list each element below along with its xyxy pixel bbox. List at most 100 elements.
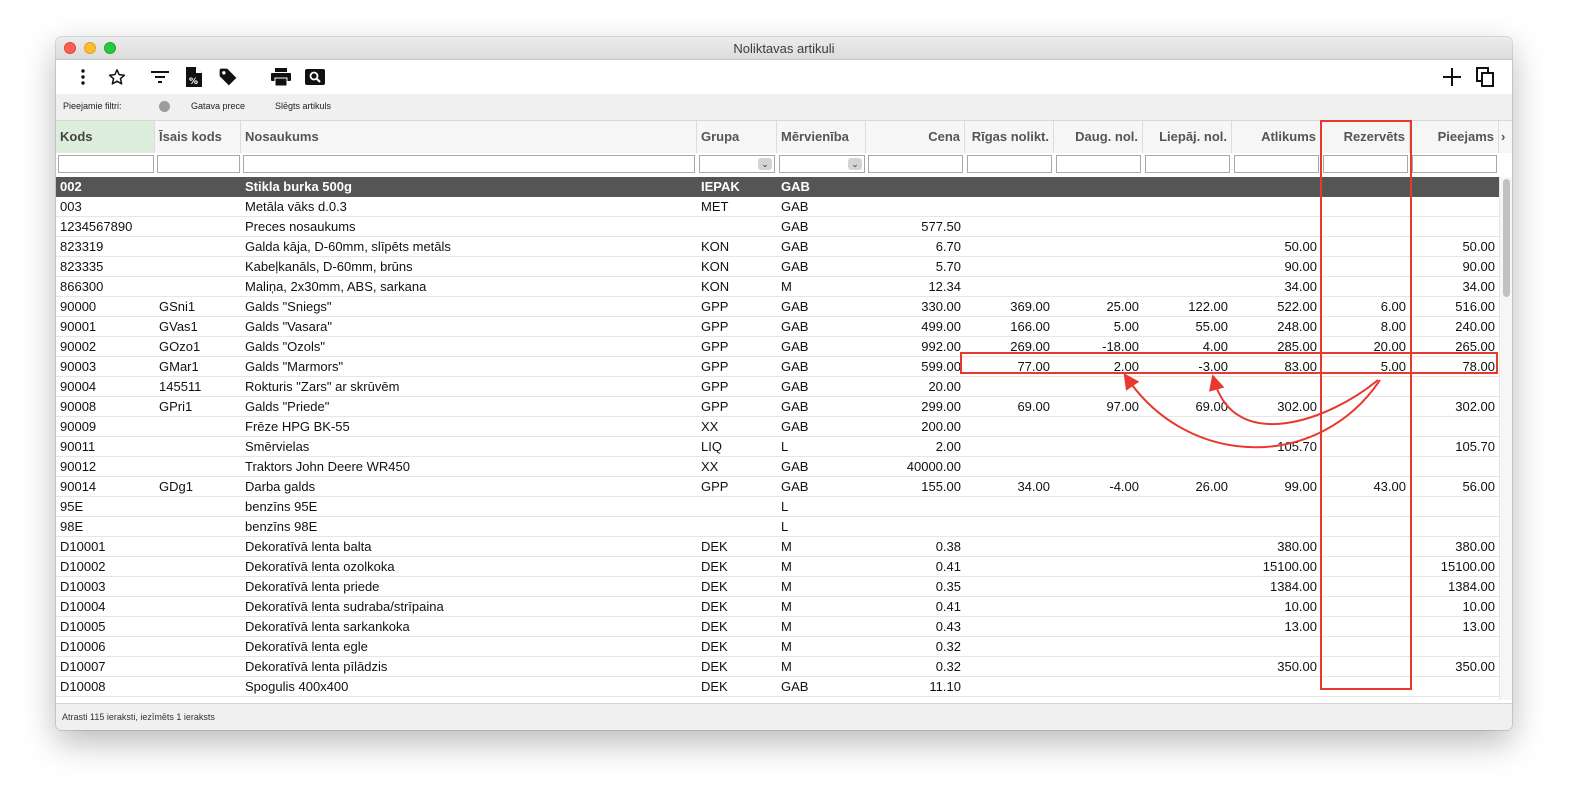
col-header-rezervets[interactable]: Rezervēts — [1321, 121, 1410, 153]
cell-atlikums — [1232, 697, 1321, 700]
table-row[interactable]: 90004 145511 Rokturis "Zars" ar skrūvēm GPP… — [56, 377, 1499, 397]
table-row[interactable]: 90014 GDg1 Darba galds GPP GAB 155.00 34.00 -4.… — [56, 477, 1499, 497]
col-header-mervieniba[interactable]: Mērvienība — [777, 121, 866, 153]
cell-atlikums — [1232, 217, 1321, 237]
col-header-liepaj-nol[interactable]: Liepāj. nol. — [1143, 121, 1232, 153]
table-row[interactable]: 90001 GVas1 Galds "Vasara" GPP GAB 499.00 166.… — [56, 317, 1499, 337]
table-row[interactable]: D10009 Dekoratīvā lenta marmoraDEKM0.40 — [56, 697, 1499, 700]
cell-rezervets — [1321, 597, 1410, 617]
table-row[interactable]: D10004 Dekoratīvā lenta sudraba/strīpaina… — [56, 597, 1499, 617]
cell-mervieniba: M — [781, 559, 792, 574]
filter-indicator-icon[interactable] — [159, 101, 170, 112]
cell-kods: D10001 — [60, 539, 106, 554]
col-header-cena[interactable]: Cena — [866, 121, 965, 153]
table-row[interactable]: 1234567890 Preces nosaukums GAB 577.50 — [56, 217, 1499, 237]
more-vertical-icon[interactable] — [72, 66, 94, 88]
col-header-grupa[interactable]: Grupa — [697, 121, 777, 153]
cell-nosaukums: Preces nosaukums — [245, 219, 356, 234]
cell-mervieniba: GAB — [781, 459, 809, 474]
table-row[interactable]: D10003 Dekoratīvā lenta priede DEK M 0.35 138… — [56, 577, 1499, 597]
filter-input-liepaj-nol[interactable] — [1145, 155, 1230, 173]
search-preview-icon[interactable] — [304, 66, 326, 88]
vertical-scrollbar[interactable] — [1499, 177, 1512, 700]
filter-input-rigas-nolikt[interactable] — [967, 155, 1052, 173]
cell-liepaj-nol: 55.00 — [1195, 319, 1228, 334]
col-header-nosaukums[interactable]: Nosaukums — [241, 121, 697, 153]
cell-grupa: KON — [701, 239, 730, 254]
table-row[interactable]: 90012 Traktors John Deere WR450 XX GAB 40000… — [56, 457, 1499, 477]
filter-input-cena[interactable] — [868, 155, 963, 173]
tag-icon[interactable] — [217, 66, 239, 88]
plus-icon[interactable] — [1441, 66, 1463, 88]
table-row[interactable]: D10006 Dekoratīvā lenta egle DEK M 0.32 — [56, 637, 1499, 657]
cell-kods: 003 — [60, 199, 82, 214]
cell-nosaukums: Galds "Ozols" — [245, 339, 326, 354]
table-row[interactable]: 002 Stikla burka 500g IEPAK GAB — [56, 177, 1499, 197]
table-row[interactable]: D10005 Dekoratīvā lenta sarkankoka DEK M 0.4… — [56, 617, 1499, 637]
cell-rezervets — [1321, 697, 1410, 700]
cell-nosaukums: Dekoratīvā lenta balta — [245, 539, 372, 554]
cell-pieejams: 13.00 — [1462, 619, 1495, 634]
copy-icon[interactable] — [1474, 66, 1496, 88]
filter-input-daug-nol[interactable] — [1056, 155, 1141, 173]
cell-kods: D10007 — [60, 659, 106, 674]
table-row[interactable]: 90009 Frēze HPG BK-55 XX GAB 200.00 — [56, 417, 1499, 437]
filter-input-pieejams[interactable] — [1412, 155, 1497, 173]
filter-gatava-prece[interactable]: Gatava prece — [191, 101, 245, 111]
cell-liepaj-nol: 26.00 — [1195, 479, 1228, 494]
table-row[interactable]: 95E benzīns 95E L — [56, 497, 1499, 517]
col-header-isais-kods[interactable]: Īsais kods — [155, 121, 241, 153]
filter-select-grupa[interactable]: ⌄ — [699, 155, 775, 173]
cell-liepaj-nol — [1143, 537, 1232, 557]
cell-grupa — [697, 217, 777, 237]
table-row[interactable]: 866300 Maliņa, 2x30mm, ABS, sarkana KON M 12… — [56, 277, 1499, 297]
star-icon[interactable] — [106, 66, 128, 88]
filter-input-isais-kods[interactable] — [157, 155, 240, 173]
filter-input-atlikums[interactable] — [1234, 155, 1319, 173]
filter-icon[interactable] — [149, 66, 171, 88]
cell-nosaukums: Smērvielas — [245, 439, 310, 454]
cell-cena — [866, 197, 965, 217]
table-row[interactable]: D10001 Dekoratīvā lenta balta DEK M 0.38 380.… — [56, 537, 1499, 557]
cell-kods: 90004 — [60, 379, 97, 394]
cell-rigas-nolikt — [965, 197, 1054, 217]
print-icon[interactable] — [270, 66, 292, 88]
table-row[interactable]: D10007 Dekoratīvā lenta pīlādzis DEK M 0.32 3… — [56, 657, 1499, 677]
cell-liepaj-nol — [1143, 577, 1232, 597]
table-row[interactable]: 98E benzīns 98E L — [56, 517, 1499, 537]
col-header-kods[interactable]: Kods — [56, 121, 155, 153]
filter-input-kods[interactable] — [58, 155, 154, 173]
more-columns-button[interactable]: › — [1499, 121, 1512, 153]
calculator-icon[interactable]: % — [183, 66, 205, 88]
filter-input-rezervets[interactable] — [1323, 155, 1408, 173]
filter-input-nosaukums[interactable] — [243, 155, 695, 173]
cell-rigas-nolikt — [965, 517, 1054, 537]
cell-cena: 200.00 — [921, 419, 961, 434]
table-row[interactable]: 90002 GOzo1 Galds "Ozols" GPP GAB 992.00 269.0… — [56, 337, 1499, 357]
col-header-pieejams[interactable]: Pieejams — [1410, 121, 1499, 153]
cell-isais-kods: 145511 — [159, 379, 202, 394]
col-header-daug-nol[interactable]: Daug. nol. — [1054, 121, 1143, 153]
table-row[interactable]: 90000 GSni1 Galds "Sniegs" GPP GAB 330.00 369.… — [56, 297, 1499, 317]
cell-kods: 823335 — [60, 259, 104, 274]
cell-nosaukums: Galds "Marmors" — [245, 359, 344, 374]
table-row[interactable]: 823335 Kabeļkanāls, D-60mm, brūns KON GAB 5.… — [56, 257, 1499, 277]
col-header-atlikums[interactable]: Atlikums — [1232, 121, 1321, 153]
cell-cena: 0.32 — [935, 639, 961, 654]
table-row[interactable]: 90008 GPri1 Galds "Priede" GPP GAB 299.00 69.0… — [56, 397, 1499, 417]
cell-liepaj-nol — [1143, 377, 1232, 397]
table-row[interactable]: 823319 Galda kāja, D-60mm, slīpēts metāls… — [56, 237, 1499, 257]
cell-liepaj-nol: -3.00 — [1198, 359, 1228, 374]
cell-rezervets — [1321, 517, 1410, 537]
filter-select-mervieniba[interactable]: ⌄ — [779, 155, 865, 173]
cell-cena: 0.35 — [935, 579, 961, 594]
filter-slegts-artikuls[interactable]: Slēgts artikuls — [275, 101, 331, 111]
table-row[interactable]: 90011 Smērvielas LIQ L 2.00 105.70 105.70 — [56, 437, 1499, 457]
table-row[interactable]: D10008 Spogulis 400x400 DEK GAB 11.10 — [56, 677, 1499, 697]
table-row[interactable]: 003 Metāla vāks d.0.3 MET GAB — [56, 197, 1499, 217]
scrollbar-thumb[interactable] — [1503, 179, 1510, 297]
cell-nosaukums: Galds "Sniegs" — [245, 299, 332, 314]
table-row[interactable]: 90003 GMar1 Galds "Marmors" GPP GAB 599.00 77.… — [56, 357, 1499, 377]
table-row[interactable]: D10002 Dekoratīvā lenta ozolkoka DEK M 0.41 1… — [56, 557, 1499, 577]
col-header-rigas-nolikt[interactable]: Rīgas nolikt. — [965, 121, 1054, 153]
